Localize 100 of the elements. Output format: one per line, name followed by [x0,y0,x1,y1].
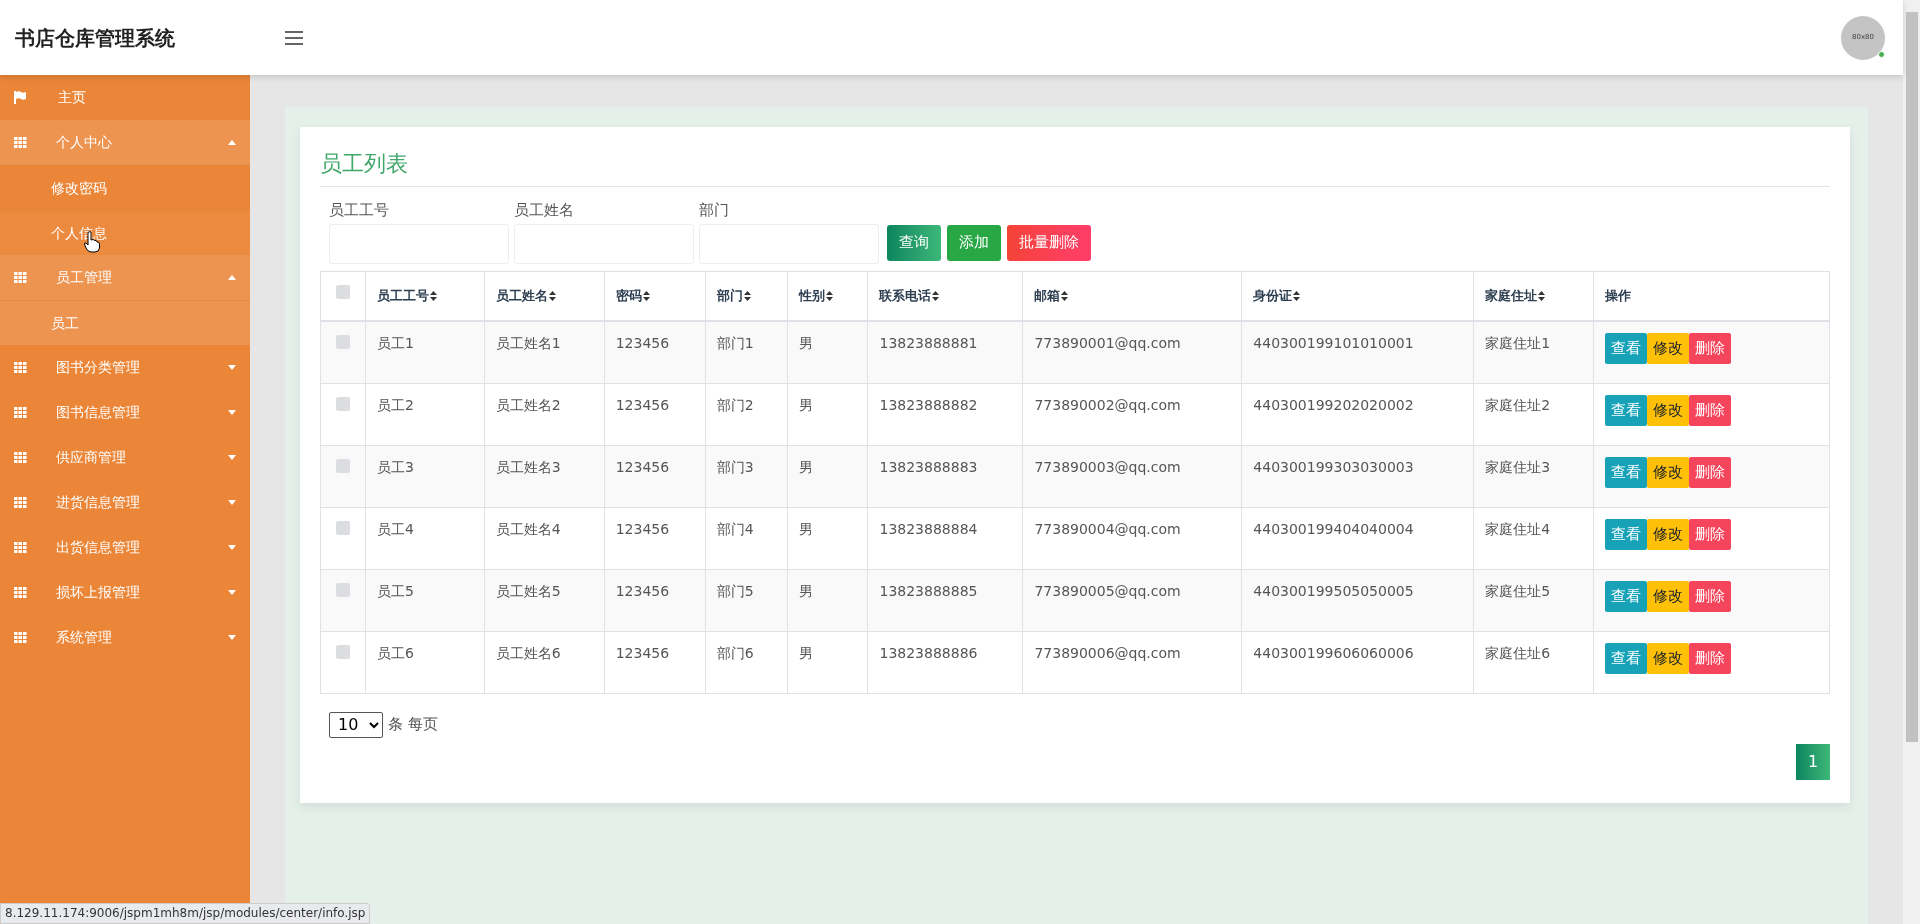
grid-icon [14,137,27,148]
table-cell: 773890005@qq.com [1034,582,1181,599]
column-header[interactable]: 家庭住址 [1485,286,1538,306]
sort-icon [1538,290,1546,301]
status-url: 8.129.11.174:9006/jspm1mh8m/jsp/modules/center/info.jsp [0,903,371,924]
table-cell: 男 [798,335,813,351]
checkbox[interactable] [335,458,350,473]
table-cell: 男 [798,644,813,661]
sidebar-item[interactable]: 图书分类管理 [0,345,250,390]
sidebar-item[interactable]: 损坏上报管理 [0,570,250,615]
table-cell: 男 [798,396,813,413]
sort-icon [429,290,437,301]
sidebar-label: 系统管理 [56,628,112,647]
edit-button[interactable]: 修改 [1647,580,1690,612]
table-cell: 123456 [615,644,670,661]
table-cell: 部门6 [716,644,754,661]
table-cell: 773890006@qq.com [1034,644,1181,661]
grid-icon [14,542,27,553]
delete-button[interactable]: 删除 [1689,333,1732,364]
view-button[interactable]: 查看 [1605,333,1648,364]
search-button[interactable]: 查询 [887,224,941,261]
sort-icon [642,290,650,301]
table-cell: 员工姓名5 [495,582,561,599]
table-cell: 13823888881 [879,335,978,351]
page-size-select[interactable]: 10 [329,711,383,738]
page-button[interactable]: 1 [1796,743,1830,780]
edit-button[interactable]: 修改 [1647,642,1690,674]
sidebar-item[interactable]: 员工管理 [0,255,250,300]
table-cell: 员工姓名3 [495,458,561,475]
sidebar-item[interactable]: 主页 [0,75,250,120]
checkbox[interactable] [335,520,350,535]
table-cell: 部门1 [716,335,754,351]
view-button[interactable]: 查看 [1605,642,1648,674]
view-button[interactable]: 查看 [1605,518,1648,550]
caret-icon [228,590,236,595]
view-button[interactable]: 查看 [1605,580,1648,612]
add-button[interactable]: 添加 [947,224,1001,261]
table-cell: 部门4 [716,520,754,537]
table-cell: 员工3 [376,458,414,475]
checkbox[interactable] [335,644,350,659]
column-header[interactable]: 身份证 [1253,286,1293,306]
table-cell: 123456 [615,335,670,351]
table-cell: 员工2 [376,396,414,413]
sidebar-item[interactable]: 系统管理 [0,615,250,660]
table-cell: 员工姓名2 [495,396,561,413]
caret-icon [228,140,236,145]
delete-button[interactable]: 批量删除 [1007,224,1091,261]
view-button[interactable]: 查看 [1605,456,1648,488]
table-cell: 家庭住址4 [1485,520,1551,537]
sort-icon [1061,290,1069,301]
view-button[interactable]: 查看 [1605,394,1648,426]
edit-button[interactable]: 修改 [1647,333,1690,364]
caret-icon [228,500,236,505]
delete-button[interactable]: 删除 [1689,580,1732,612]
checkbox[interactable] [335,335,350,349]
grid-icon [14,362,27,373]
sidebar-subitem[interactable]: 员工 [0,300,250,345]
table-cell: 部门5 [716,582,754,599]
column-header[interactable]: 员工姓名 [495,286,548,306]
table-cell: 家庭住址3 [1485,458,1551,475]
sidebar-label: 图书分类管理 [56,358,140,377]
sidebar-label: 员工 [51,313,79,333]
table-cell: 773890002@qq.com [1034,396,1181,413]
checkbox[interactable] [335,284,350,299]
delete-button[interactable]: 删除 [1689,518,1732,550]
delete-button[interactable]: 删除 [1689,394,1732,426]
checkbox[interactable] [335,582,350,597]
column-header[interactable]: 邮箱 [1034,286,1061,306]
caret-icon [228,635,236,640]
column-header[interactable]: 密码 [615,286,642,306]
table-cell: 员工姓名1 [495,335,561,351]
sidebar-item[interactable]: 出货信息管理 [0,525,250,570]
edit-button[interactable]: 修改 [1647,456,1690,488]
sidebar-item[interactable]: 供应商管理 [0,435,250,480]
sidebar-label: 进货信息管理 [56,493,140,512]
delete-button[interactable]: 删除 [1689,456,1732,488]
column-header[interactable]: 部门 [716,286,743,306]
sort-icon [1293,290,1301,301]
sidebar-label: 个人中心 [56,133,112,152]
grid-icon [14,632,27,643]
table-cell: 440300199606060006 [1253,644,1414,661]
delete-button[interactable]: 删除 [1689,642,1732,674]
sidebar-label: 出货信息管理 [56,538,140,557]
checkbox[interactable] [335,396,350,411]
sidebar-item[interactable]: 图书信息管理 [0,390,250,435]
table-cell: 440300199101010001 [1253,335,1414,351]
column-header[interactable]: 联系电话 [879,286,932,306]
sort-icon [743,290,751,301]
sidebar-item[interactable]: 个人中心 [0,120,250,165]
sort-icon [825,290,833,301]
edit-button[interactable]: 修改 [1647,394,1690,426]
table-cell: 男 [798,520,813,537]
column-header[interactable]: 性别 [798,286,825,306]
column-header[interactable]: 员工工号 [376,286,429,306]
menu-icon[interactable] [285,30,303,45]
sidebar-label: 修改密码 [51,178,107,198]
edit-button[interactable]: 修改 [1647,518,1690,550]
sort-icon [932,290,940,301]
sidebar-item[interactable]: 进货信息管理 [0,480,250,525]
column-header[interactable]: 操作 [1605,286,1632,306]
